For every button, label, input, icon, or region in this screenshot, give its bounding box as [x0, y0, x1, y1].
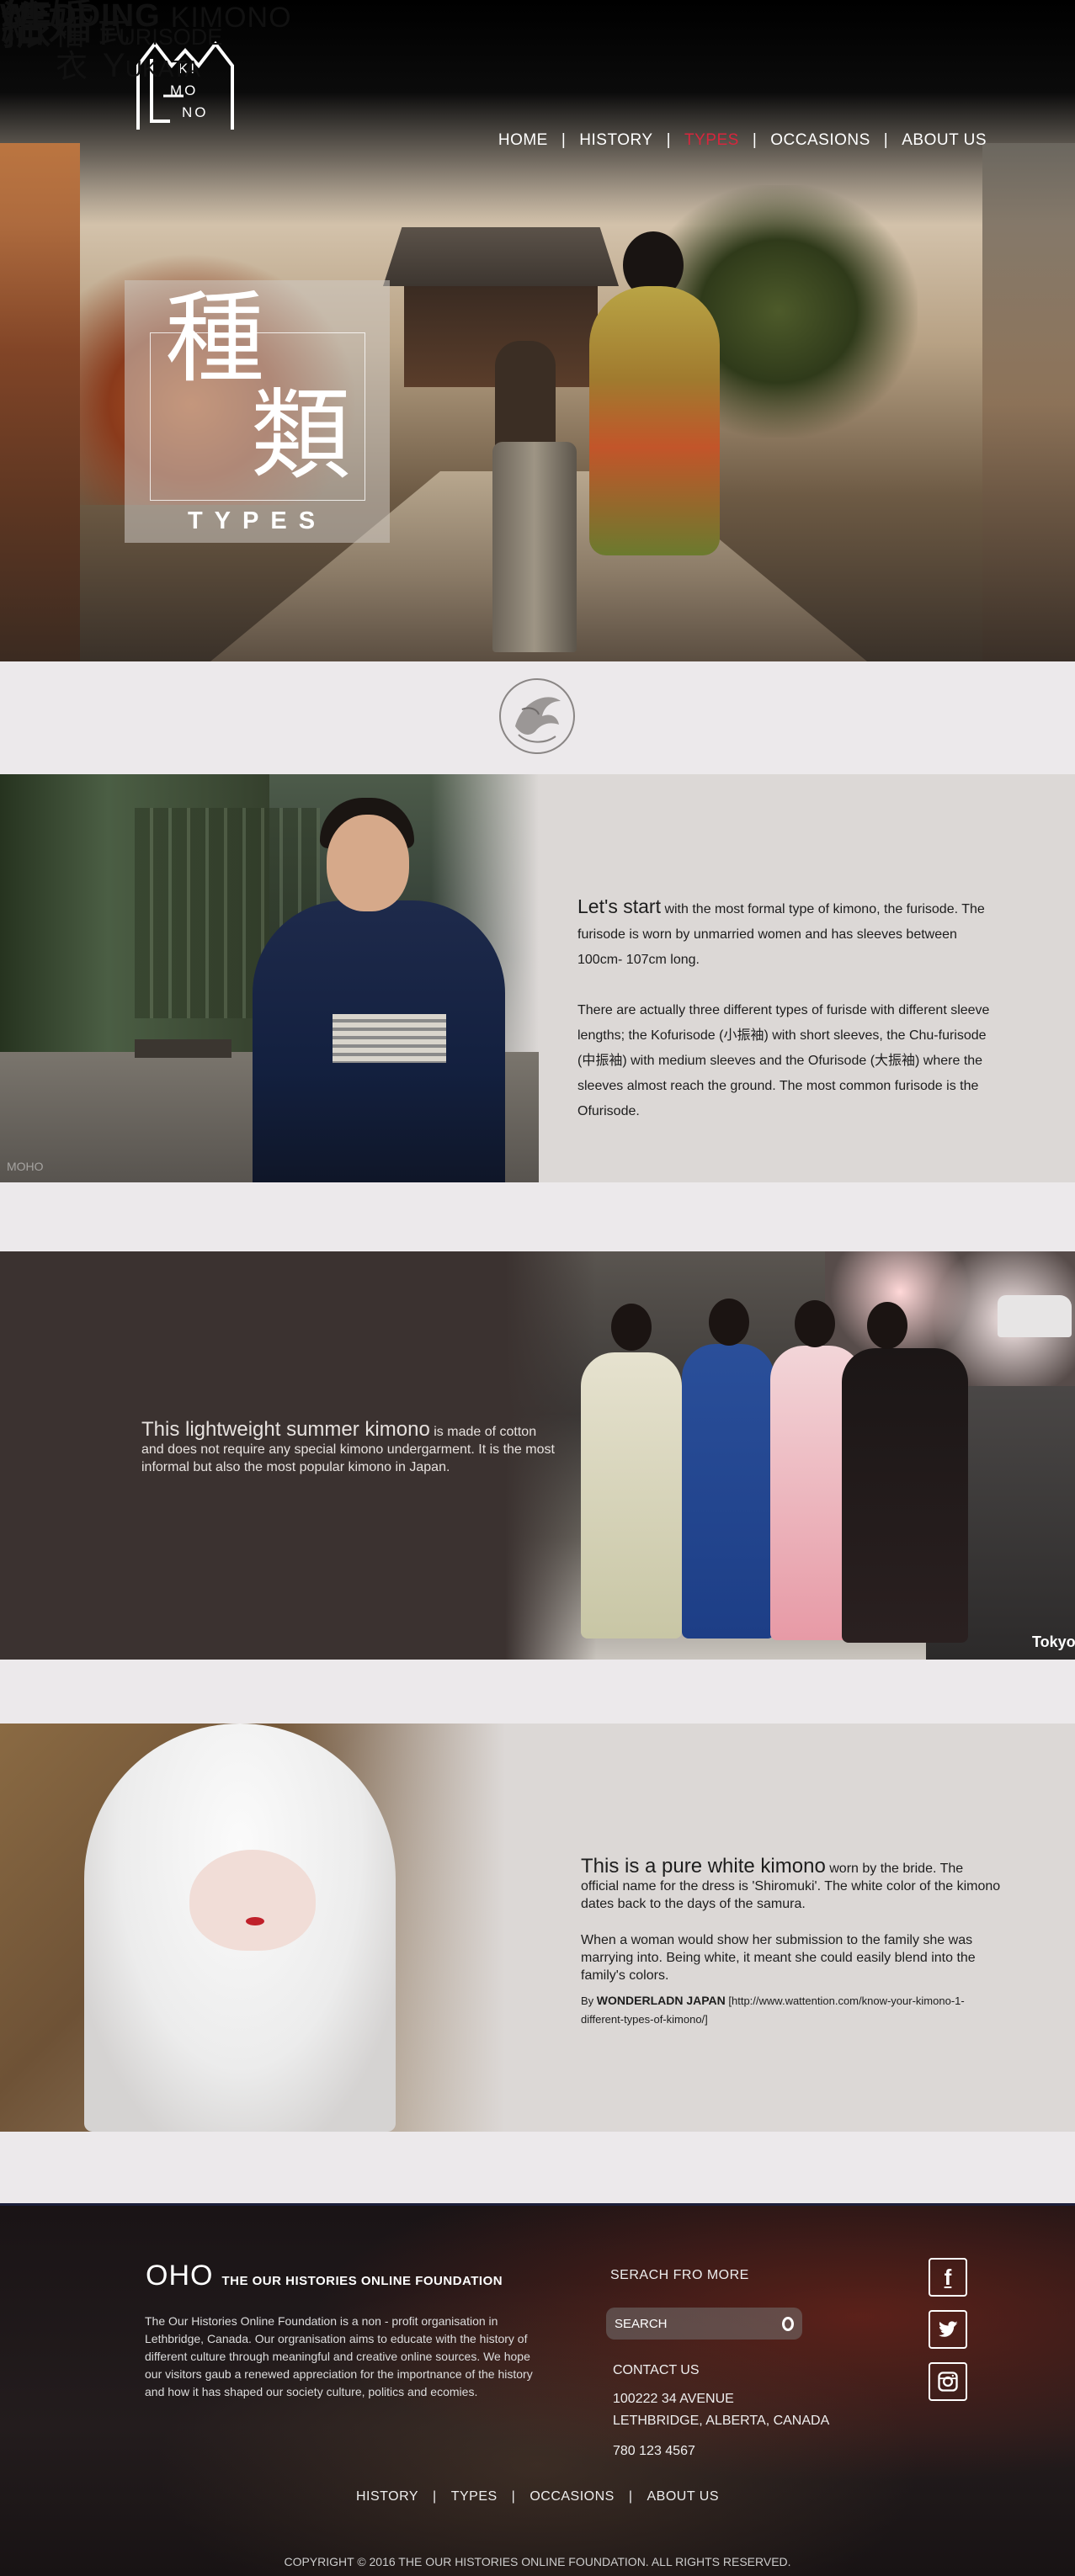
hero-title-panel: 種 類 TYPES — [125, 280, 390, 543]
wedding-p2: When a woman would show her submission t… — [581, 1933, 976, 1983]
footer-foundation-name: THE OUR HISTORIES ONLINE FOUNDATION — [221, 2274, 503, 2288]
nav-separator: | — [752, 131, 758, 149]
footer-nav-about-us[interactable]: ABOUT US — [647, 2489, 720, 2504]
contact-heading: CONTACT US — [613, 2363, 700, 2377]
woman-face — [327, 815, 409, 911]
twitter-icon[interactable] — [929, 2310, 967, 2349]
wedding-title-bold: WEDDING — [0, 0, 161, 34]
nav-separator: | — [511, 2489, 516, 2504]
kimono-obi — [333, 1014, 446, 1063]
twitter-bird-icon — [939, 2321, 958, 2337]
girl-head — [795, 1300, 835, 1347]
yukata-title: Yukata — [103, 47, 200, 84]
footer-copyright: COPYRIGHT © 2016 THE OUR HISTORIES ONLIN… — [284, 2555, 791, 2568]
nav-occasions[interactable]: OCCASIONS — [770, 131, 870, 150]
footer-nav-types[interactable]: TYPES — [451, 2489, 498, 2504]
facebook-icon[interactable]: f — [929, 2258, 967, 2297]
phoenix-emblem-icon — [497, 676, 577, 757]
nav-about-us[interactable]: ABOUT US — [902, 131, 987, 150]
footer-search-box — [606, 2308, 802, 2340]
nav-separator: | — [433, 2489, 437, 2504]
footer-nav-history[interactable]: HISTORY — [356, 2489, 418, 2504]
wedding-credit: By WONDERLADN JAPAN [http://www.wattenti… — [581, 1991, 1002, 2029]
footer-search-label: SERACH FRO MORE — [610, 2268, 749, 2282]
hero-kanji-1: 種 — [165, 280, 265, 396]
wedding-description: This is a pure white kimono worn by the … — [581, 1855, 1002, 2029]
yukata-kanji-small: 衣 — [56, 48, 88, 85]
nav-history[interactable]: HISTORY — [579, 131, 652, 150]
furisode-lead: Let's start — [577, 895, 661, 917]
girl-head — [709, 1299, 749, 1346]
footer-nav: HISTORY | TYPES | OCCASIONS | ABOUT US — [0, 2489, 1075, 2504]
footer-about-text: The Our Histories Online Foundation is a… — [145, 2314, 533, 2398]
bench — [135, 1039, 231, 1058]
girl-cream-yukata — [581, 1352, 682, 1639]
photo-watermark: MOHO — [7, 1160, 44, 1173]
footer-search-input[interactable] — [615, 2316, 782, 2331]
logo-letters-2: MO — [170, 82, 199, 98]
nav-types[interactable]: TYPES — [684, 131, 739, 150]
nav-separator: | — [883, 131, 889, 149]
hero-kanji-2: 類 — [251, 377, 351, 493]
hero-photo-right-strip — [982, 143, 1075, 661]
footer-contact: CONTACT US 100222 34 AVENUE LETHBRIDGE, … — [613, 2360, 829, 2462]
phone-number: 780 123 4567 — [613, 2444, 695, 2458]
search-icon[interactable] — [782, 2316, 794, 2331]
wedding-heading: WEDDING KIMONO — [0, 0, 292, 32]
nav-separator: | — [666, 131, 671, 149]
furisode-description: Let's start with the most formal type of… — [577, 894, 990, 1124]
girl-head — [611, 1304, 652, 1351]
logo-letters-3: NO — [182, 104, 209, 120]
girl-head — [867, 1302, 907, 1349]
hero-photo-left-strip — [0, 143, 80, 661]
credit-name: WONDERLADN JAPAN — [596, 1994, 726, 2007]
yukata-description: This lightweight summer kimono is made o… — [141, 1418, 562, 1476]
bride-face — [189, 1850, 316, 1951]
nav-separator: | — [628, 2489, 633, 2504]
hero-subtitle: TYPES — [187, 507, 327, 534]
address-line-2: LETHBRIDGE, ALBERTA, CANADA — [613, 2414, 830, 2428]
bride-lips — [246, 1917, 264, 1925]
white-car — [998, 1295, 1072, 1337]
footer-oho: OHO — [146, 2260, 214, 2292]
wedding-lead: This is a pure white kimono — [581, 1855, 826, 1878]
walking-man — [495, 341, 556, 459]
photo-watermark: Tokyo — [1032, 1633, 1075, 1650]
address-line-1: 100222 34 AVENUE — [613, 2392, 734, 2406]
girl-blue-yukata — [682, 1344, 774, 1639]
credit-by: By — [581, 1994, 597, 2007]
temple-roof — [383, 227, 619, 286]
footer-brand: OHO THE OUR HISTORIES ONLINE FOUNDATION — [146, 2260, 503, 2292]
nav-home[interactable]: HOME — [498, 131, 548, 150]
stone-marker — [492, 442, 577, 652]
girl-black-yukata — [842, 1348, 968, 1643]
camera-icon — [938, 2372, 958, 2392]
geisha-figure — [589, 286, 720, 555]
wedding-title-light: KIMONO — [170, 2, 292, 34]
main-nav: HOME | HISTORY | TYPES | OCCASIONS | ABO… — [498, 131, 987, 150]
furisode-p2: There are actually three different types… — [577, 1003, 990, 1118]
instagram-icon[interactable] — [929, 2362, 967, 2401]
nav-separator: | — [561, 131, 567, 149]
footer-nav-occasions[interactable]: OCCASIONS — [530, 2489, 615, 2504]
yukata-lead: This lightweight summer kimono — [141, 1418, 430, 1441]
